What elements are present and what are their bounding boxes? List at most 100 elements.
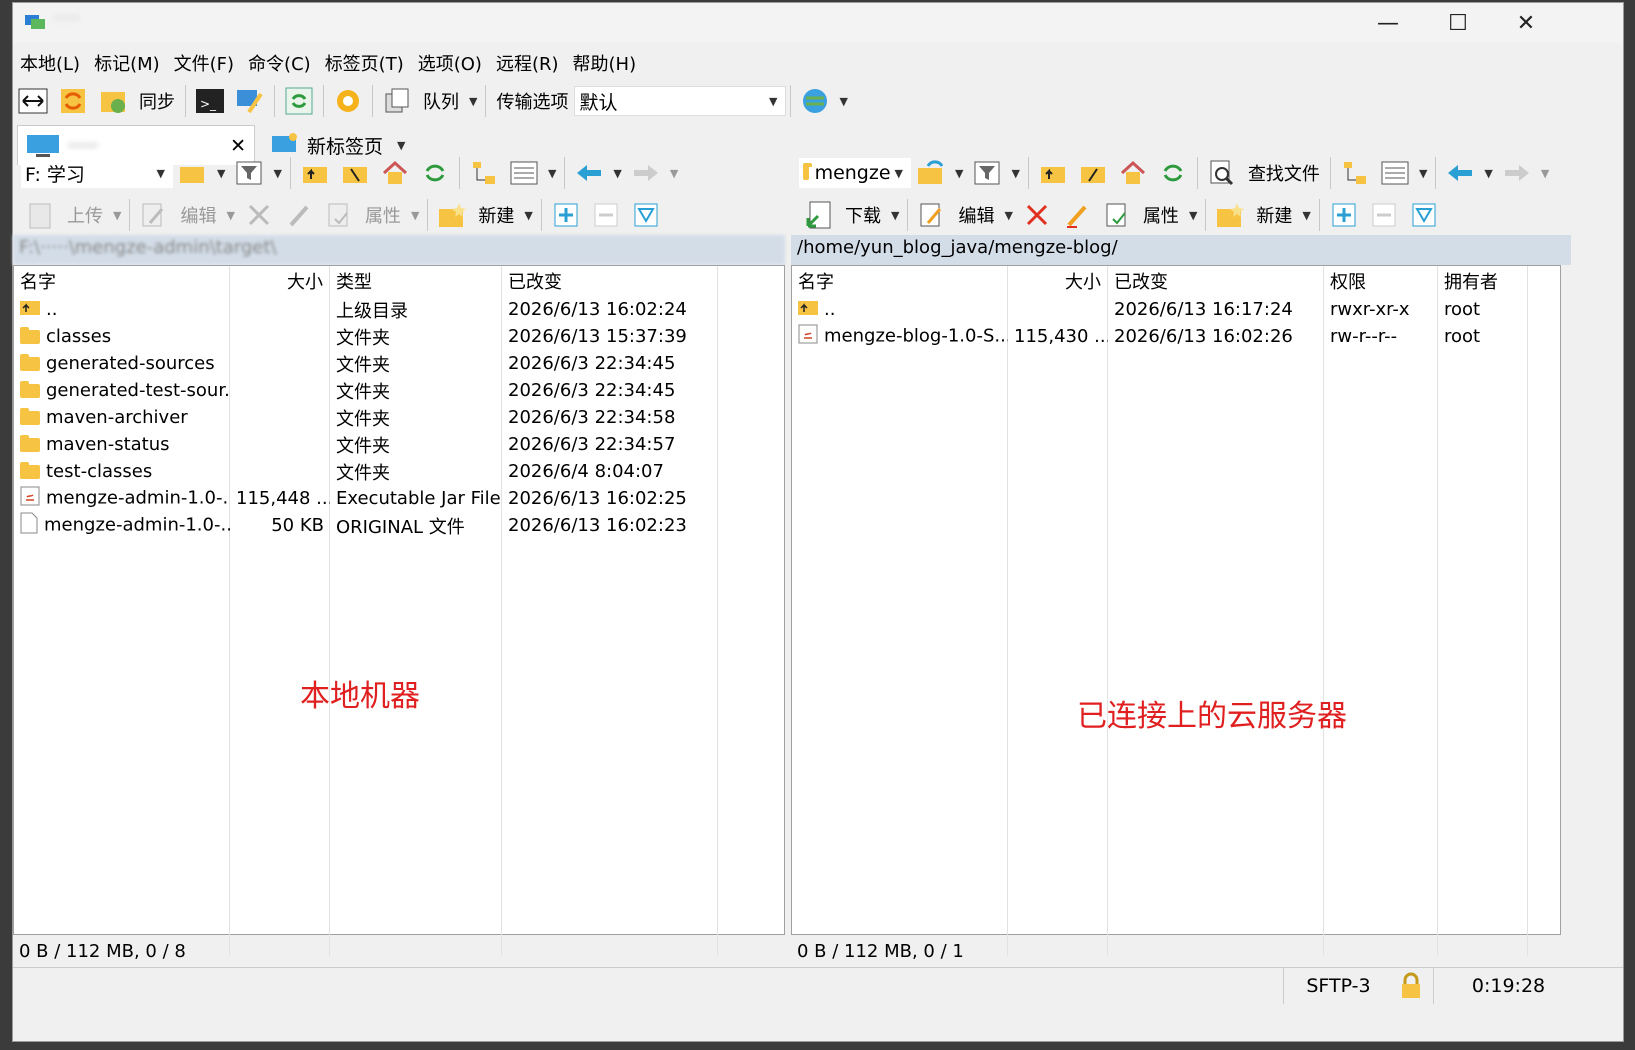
remote-file-list[interactable]: 名字 大小 已改变 权限 拥有者 .. 2026/6/13 16:17:24 rwx… [791,265,1561,956]
filter-dropdown-icon[interactable]: ▼ [1011,167,1019,180]
menu-item-5[interactable]: 选项(O) [411,47,489,79]
new-label[interactable]: 新建 [1256,202,1292,228]
select-plus-icon[interactable] [1326,197,1362,233]
download-icon[interactable] [801,197,837,233]
local-drive-select[interactable]: F: 学习 ▼ [21,158,173,188]
table-row[interactable]: classes 文件夹 2026/6/13 15:37:39 [14,323,718,350]
menu-item-7[interactable]: 帮助(H) [566,47,644,79]
putty-icon[interactable] [232,83,268,119]
menu-item-4[interactable]: 标签页(T) [318,47,411,79]
download-label[interactable]: 下载 [845,202,881,228]
col-permissions[interactable]: 权限 [1324,266,1438,956]
forward-arrow-icon[interactable] [1499,155,1535,191]
new-label[interactable]: 新建 [478,202,514,228]
view-dropdown-icon[interactable]: ▼ [548,167,556,180]
table-row[interactable]: maven-archiver 文件夹 2026/6/3 22:34:58 [14,404,718,431]
refresh-session-icon[interactable] [281,83,317,119]
compare-dirs-icon[interactable] [15,83,51,119]
terminal-icon[interactable]: >_ [192,83,228,119]
menu-item-3[interactable]: 命令(C) [241,47,318,79]
edit-dropdown-icon[interactable]: ▼ [1004,209,1012,222]
properties-icon[interactable] [1099,197,1135,233]
queue-dropdown-icon[interactable]: ▼ [469,95,477,108]
select-minus-icon[interactable] [588,197,624,233]
view-dropdown-icon[interactable]: ▼ [1419,167,1427,180]
table-row[interactable]: mengze-admin-1.0-... 115,448 ... Executabl… [14,485,718,512]
table-row[interactable]: mengze-blog-1.0-S... 115,430 ... 2026/6/13… [792,323,1528,350]
properties-label[interactable]: 属性 [365,202,401,228]
forward-arrow-icon[interactable] [628,155,664,191]
globe-dropdown-icon[interactable]: ▼ [839,95,847,108]
table-row[interactable]: mengze-admin-1.0-... 50 KB ORIGINAL 文件 2026… [14,512,718,539]
tree-view-icon[interactable] [466,155,502,191]
local-file-list[interactable]: 名字 大小 类型 已改变 .. 上级目录 2026/6/13 16:02:24 cla… [13,265,785,956]
open-folder-icon[interactable] [913,155,949,191]
menu-item-6[interactable]: 远程(R) [489,47,566,79]
filter-dropdown-icon[interactable]: ▼ [273,167,281,180]
tree-view-icon[interactable] [1337,155,1373,191]
remote-dir-select[interactable]: mengze ▼ [799,158,911,188]
select-minus-icon[interactable] [1366,197,1402,233]
col-name[interactable]: 名字 [792,266,1008,956]
table-row[interactable]: .. 2026/6/13 16:17:24 rwxr-xr-x root [792,296,1528,323]
delete-icon[interactable] [1019,197,1055,233]
queue-icon[interactable] [379,83,415,119]
col-size[interactable]: 大小 [1008,266,1108,956]
forward-dropdown-icon[interactable]: ▼ [670,167,678,180]
table-row[interactable]: maven-status 文件夹 2026/6/3 22:34:57 [14,431,718,458]
upload-dropdown-icon[interactable]: ▼ [113,209,121,222]
minimize-button[interactable]: — [1353,3,1423,43]
preferences-gear-icon[interactable] [330,83,366,119]
rename-icon[interactable] [1059,197,1095,233]
new-dropdown-icon[interactable]: ▼ [524,209,532,222]
filter-select-icon[interactable] [1406,197,1442,233]
sync-label[interactable]: 同步 [139,88,175,114]
edit-label[interactable]: 编辑 [958,202,994,228]
new-folder-icon[interactable] [1212,197,1248,233]
edit-label[interactable]: 编辑 [180,202,216,228]
menu-item-1[interactable]: 标记(M) [87,47,167,79]
home-icon[interactable] [1115,155,1151,191]
queue-label[interactable]: 队列 [423,88,459,114]
back-arrow-icon[interactable] [571,155,607,191]
find-files-label[interactable]: 查找文件 [1248,160,1320,186]
filter-icon[interactable] [231,155,267,191]
list-view-icon[interactable] [1377,155,1413,191]
col-changed[interactable]: 已改变 [1108,266,1324,956]
synchronize-browse-icon[interactable] [55,83,91,119]
table-row[interactable]: .. 上级目录 2026/6/13 16:02:24 [14,296,718,323]
find-files-icon[interactable] [1204,155,1240,191]
upload-label[interactable]: 上传 [67,202,103,228]
close-button[interactable]: ✕ [1491,3,1561,43]
list-view-icon[interactable] [506,155,542,191]
upload-icon[interactable] [23,197,59,233]
refresh-icon[interactable] [1155,155,1191,191]
menu-item-0[interactable]: 本地(L) [13,47,87,79]
home-icon[interactable] [377,155,413,191]
parent-dir-icon[interactable] [1035,155,1071,191]
edit-icon[interactable] [914,197,950,233]
back-dropdown-icon[interactable]: ▼ [1484,167,1492,180]
root-dir-icon[interactable] [337,155,373,191]
new-dropdown-icon[interactable]: ▼ [1302,209,1310,222]
open-folder-icon[interactable] [175,155,211,191]
properties-label[interactable]: 属性 [1143,202,1179,228]
filter-select-icon[interactable] [628,197,664,233]
refresh-icon[interactable] [417,155,453,191]
back-arrow-icon[interactable] [1442,155,1478,191]
back-dropdown-icon[interactable]: ▼ [613,167,621,180]
table-row[interactable]: generated-test-sour... 文件夹 2026/6/3 22:34:… [14,377,718,404]
filter-icon[interactable] [969,155,1005,191]
root-dir-icon[interactable] [1075,155,1111,191]
properties-icon[interactable] [321,197,357,233]
edit-icon[interactable] [136,197,172,233]
table-row[interactable]: generated-sources 文件夹 2026/6/3 22:34:45 [14,350,718,377]
globe-sync-icon[interactable] [797,83,833,119]
transfer-preset-select[interactable]: 默认 ▼ [574,86,787,116]
rename-icon[interactable] [281,197,317,233]
table-row[interactable]: test-classes 文件夹 2026/6/4 8:04:07 [14,458,718,485]
maximize-button[interactable]: ☐ [1423,3,1493,43]
delete-icon[interactable] [241,197,277,233]
col-owner[interactable]: 拥有者 [1438,266,1528,956]
download-dropdown-icon[interactable]: ▼ [891,209,899,222]
